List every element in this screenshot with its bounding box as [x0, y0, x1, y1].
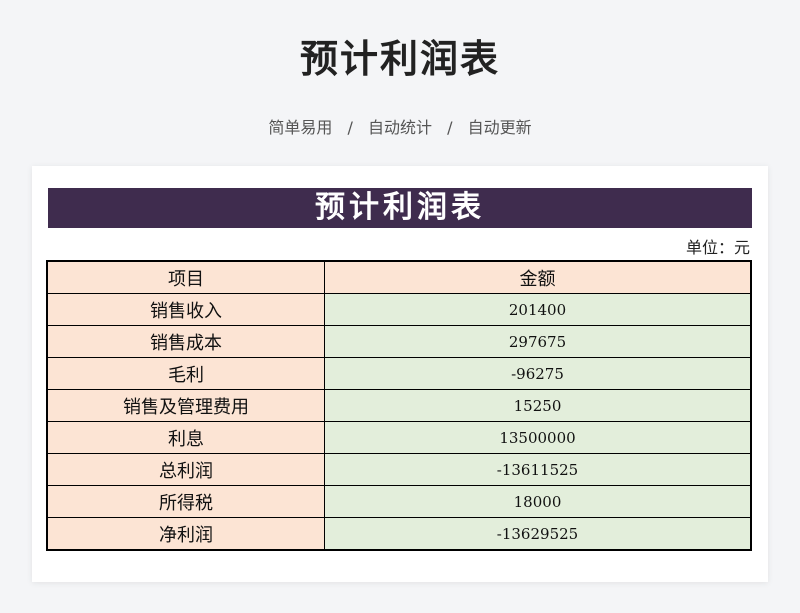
row-item-cell: 销售收入	[46, 293, 325, 326]
table-row: 所得税 18000	[46, 485, 752, 518]
subtitle: 简单易用 / 自动统计 / 自动更新	[0, 114, 800, 138]
table-header-row: 项目 金额	[46, 260, 752, 294]
table-row: 总利润 -13611525	[46, 453, 752, 486]
sheet-banner-title: 预计利润表	[48, 188, 752, 228]
row-amount-cell: 13500000	[324, 421, 752, 454]
table-row: 销售收入 201400	[46, 293, 752, 326]
subtitle-part-easy: 简单易用	[268, 118, 333, 137]
subtitle-separator: /	[347, 118, 353, 137]
table-row: 毛利 -96275	[46, 357, 752, 390]
subtitle-part-autoupdate: 自动更新	[467, 118, 532, 137]
row-item-cell: 销售成本	[46, 325, 325, 358]
row-item-cell: 总利润	[46, 453, 325, 486]
spreadsheet-preview-card: 预计利润表 单位：元 项目 金额 销售收入 201400 销售成本 297675	[32, 166, 768, 582]
subtitle-part-autostat: 自动统计	[367, 118, 432, 137]
profit-table-wrapper: 项目 金额 销售收入 201400 销售成本 297675 毛利 -96275	[46, 260, 754, 551]
row-item-cell: 利息	[46, 421, 325, 454]
table-row: 销售及管理费用 15250	[46, 389, 752, 422]
table-row: 利息 13500000	[46, 421, 752, 454]
row-amount-cell: 201400	[324, 293, 752, 326]
column-header-amount: 金额	[324, 260, 752, 294]
row-amount-cell: 297675	[324, 325, 752, 358]
row-item-cell: 净利润	[46, 517, 325, 551]
row-item-cell: 所得税	[46, 485, 325, 518]
profit-table: 项目 金额 销售收入 201400 销售成本 297675 毛利 -96275	[46, 260, 752, 551]
row-item-cell: 毛利	[46, 357, 325, 390]
row-amount-cell: 15250	[324, 389, 752, 422]
row-amount-cell: -96275	[324, 357, 752, 390]
row-amount-cell: -13611525	[324, 453, 752, 486]
row-amount-cell: -13629525	[324, 517, 752, 551]
column-header-item: 项目	[46, 260, 325, 294]
row-amount-cell: 18000	[324, 485, 752, 518]
subtitle-separator: /	[447, 118, 453, 137]
row-item-cell: 销售及管理费用	[46, 389, 325, 422]
table-row: 净利润 -13629525	[46, 517, 752, 551]
unit-label: 单位：元	[685, 238, 750, 257]
page-title: 预计利润表	[299, 37, 500, 81]
table-row: 销售成本 297675	[46, 325, 752, 358]
